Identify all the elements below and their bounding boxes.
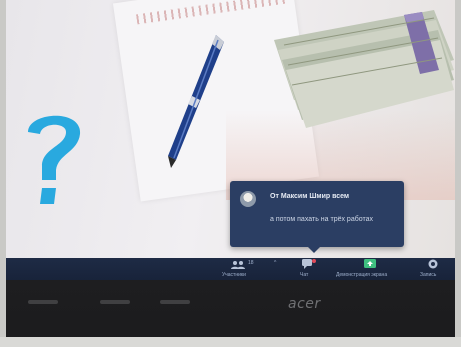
background-desk — [0, 337, 461, 347]
pen-icon — [168, 35, 224, 168]
record-button[interactable]: Запись — [416, 258, 452, 280]
participants-count: 18 — [248, 260, 254, 266]
bezel-reflection — [160, 300, 190, 304]
participants-button[interactable]: 18 Участники — [222, 258, 272, 280]
money-stack-icon — [274, 10, 454, 128]
bezel-reflection — [28, 300, 58, 304]
chat-label: Чат — [300, 272, 309, 278]
share-screen-button[interactable]: Демонстрация экрана — [336, 258, 406, 280]
record-icon — [428, 259, 438, 269]
chat-icon — [302, 259, 316, 269]
question-mark-icon — [28, 115, 81, 204]
chat-notification-popup[interactable]: От Максим Шмир всем а потом пахать на тр… — [230, 181, 404, 253]
meeting-toolbar: 18 Участники ^ Чат Демонстрация экрана З… — [6, 258, 455, 280]
chat-button[interactable]: Чат — [292, 258, 322, 280]
acer-logo: acer — [288, 296, 321, 312]
participants-icon — [231, 261, 245, 269]
share-screen-label: Демонстрация экрана — [336, 272, 388, 278]
record-label: Запись — [420, 272, 437, 278]
shared-screen: От Максим Шмир всем а потом пахать на тр… — [6, 0, 455, 270]
chat-sender: От Максим Шмир всем — [270, 193, 350, 200]
background-wall-right — [455, 0, 461, 347]
share-screen-icon — [364, 259, 376, 268]
participants-caret-icon[interactable]: ^ — [274, 260, 276, 266]
participants-label: Участники — [222, 272, 246, 278]
avatar — [240, 191, 256, 207]
chat-message: а потом пахать на трёх работах — [270, 216, 373, 223]
bezel-reflection — [100, 300, 130, 304]
